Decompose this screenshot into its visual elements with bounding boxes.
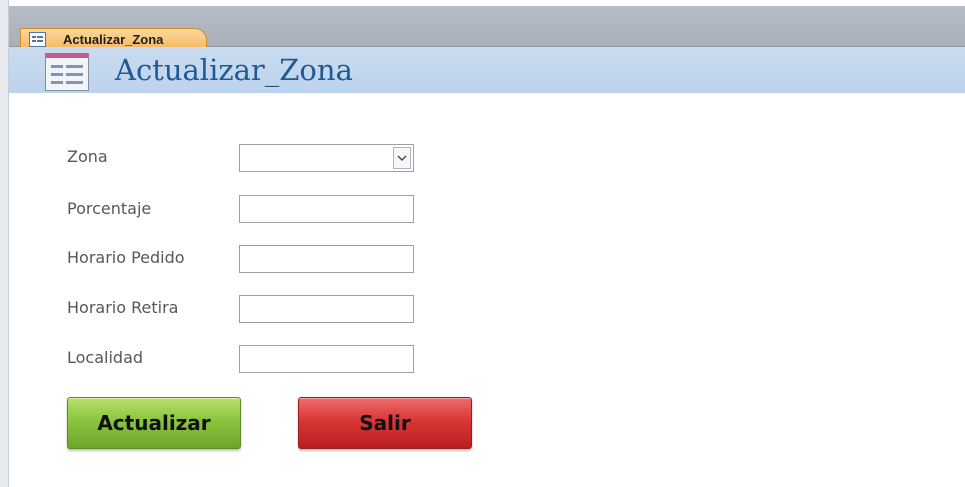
horario-retira-input[interactable] — [240, 296, 413, 322]
window-left-border — [0, 0, 9, 487]
horario-pedido-field[interactable] — [239, 245, 414, 273]
form-icon — [45, 53, 89, 91]
porcentaje-field[interactable] — [239, 195, 414, 223]
document-tab-bar: Actualizar_Zona — [9, 7, 965, 52]
horario-retira-field[interactable] — [239, 295, 414, 323]
page-title: Actualizar_Zona — [115, 53, 353, 87]
zona-combobox[interactable] — [239, 144, 414, 172]
zona-label: Zona — [67, 147, 108, 166]
chevron-down-icon — [397, 155, 407, 161]
localidad-field[interactable] — [239, 345, 414, 373]
actualizar-button[interactable]: Actualizar — [67, 397, 241, 449]
form-header: Actualizar_Zona — [9, 47, 965, 93]
zona-input[interactable] — [240, 145, 413, 171]
porcentaje-input[interactable] — [240, 196, 413, 222]
window-top-border — [0, 0, 965, 7]
localidad-input[interactable] — [240, 346, 413, 372]
horario-pedido-input[interactable] — [240, 246, 413, 272]
localidad-label: Localidad — [67, 348, 144, 367]
zona-dropdown-button[interactable] — [393, 147, 411, 169]
form-icon — [29, 32, 46, 47]
horario-pedido-label: Horario Pedido — [67, 248, 185, 267]
horario-retira-label: Horario Retira — [67, 298, 179, 317]
porcentaje-label: Porcentaje — [67, 199, 152, 218]
salir-button[interactable]: Salir — [298, 397, 472, 449]
